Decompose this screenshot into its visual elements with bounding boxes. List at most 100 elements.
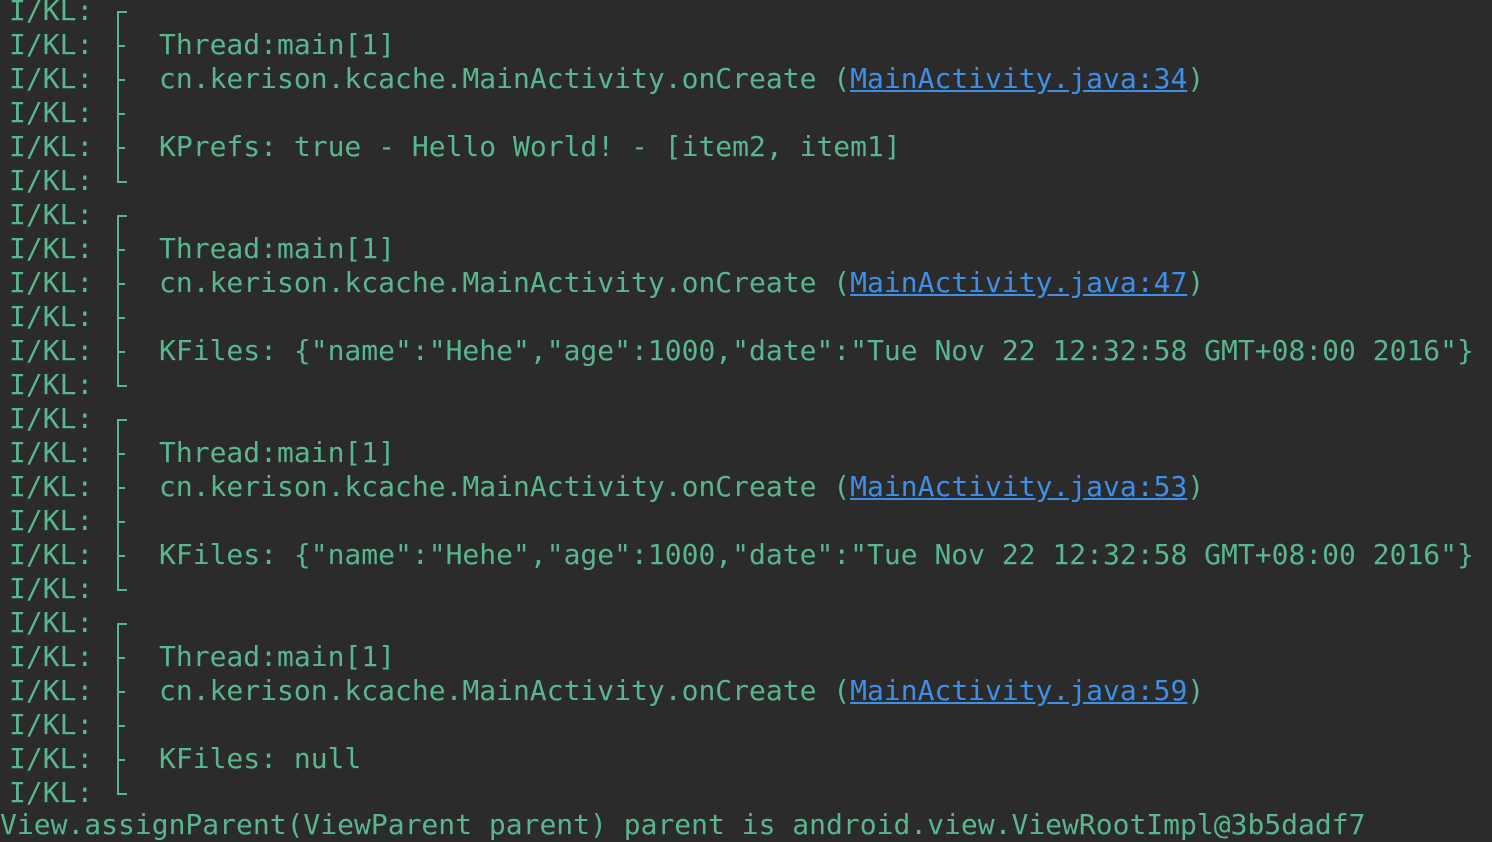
box-border-mid [117, 436, 129, 470]
paren-open: ( [816, 470, 851, 503]
thread-label: Thread:main[1] [159, 28, 396, 61]
logcat-console: I/KL: I/KL: Thread:main[1] I/KL: cn.kerison.… [9, 0, 1489, 810]
log-line: I/KL: Thread:main[1] [9, 28, 1489, 62]
box-border-bot [117, 776, 129, 810]
log-line: I/KL: [9, 164, 1489, 198]
log-line: I/KL: [9, 300, 1489, 334]
log-message: KFiles: {"name":"Hehe","age":1000,"date"… [159, 334, 1474, 367]
log-tag: I/KL: [9, 504, 94, 537]
box-border-mid [117, 674, 129, 708]
log-line: I/KL: [9, 402, 1489, 436]
box-border-mid [117, 640, 129, 674]
log-line: I/KL: [9, 198, 1489, 232]
log-line: I/KL: [9, 572, 1489, 606]
box-border-mid [117, 742, 129, 776]
box-border-mid [117, 538, 129, 572]
box-border-bot [117, 368, 129, 402]
thread-label: Thread:main[1] [159, 436, 396, 469]
log-line: I/KL: Thread:main[1] [9, 232, 1489, 266]
log-line: I/KL: Thread:main[1] [9, 640, 1489, 674]
log-tag: I/KL: [9, 232, 94, 265]
log-line: I/KL: KFiles: null [9, 742, 1489, 776]
paren-close: ) [1187, 62, 1205, 95]
box-border-bot [117, 164, 129, 198]
log-tag: I/KL: [9, 674, 94, 707]
method-trace: cn.kerison.kcache.MainActivity.onCreate … [159, 674, 1204, 708]
log-line: I/KL: [9, 606, 1489, 640]
log-tag: I/KL: [9, 368, 94, 401]
log-tag: I/KL: [9, 402, 94, 435]
source-link[interactable]: MainActivity.java:47 [850, 266, 1187, 299]
paren-close: ) [1187, 266, 1205, 299]
truncated-log-line: View.assignParent(ViewParent parent) par… [0, 808, 1366, 841]
thread-label: Thread:main[1] [159, 232, 396, 265]
box-border-mid [117, 96, 129, 130]
log-line: I/KL: [9, 708, 1489, 742]
box-border-bot [117, 572, 129, 606]
box-border-mid [117, 470, 129, 504]
log-tag: I/KL: [9, 436, 94, 469]
log-tag: I/KL: [9, 96, 94, 129]
box-border-top [117, 606, 129, 640]
method-name: cn.kerison.kcache.MainActivity.onCreate [159, 266, 817, 299]
box-border-mid [117, 130, 129, 164]
log-tag: I/KL: [9, 0, 94, 27]
paren-close: ) [1187, 674, 1205, 707]
log-tag: I/KL: [9, 130, 94, 163]
source-link[interactable]: MainActivity.java:53 [850, 470, 1187, 503]
log-tag: I/KL: [9, 776, 94, 809]
log-line: I/KL: cn.kerison.kcache.MainActivity.onCr… [9, 266, 1489, 300]
log-line: I/KL: [9, 368, 1489, 402]
paren-open: ( [816, 62, 851, 95]
log-line: I/KL: [9, 0, 1489, 28]
paren-open: ( [816, 674, 851, 707]
log-line: I/KL: cn.kerison.kcache.MainActivity.onCr… [9, 674, 1489, 708]
log-tag: I/KL: [9, 538, 94, 571]
log-tag: I/KL: [9, 708, 94, 741]
log-tag: I/KL: [9, 572, 94, 605]
box-border-mid [117, 504, 129, 538]
paren-close: ) [1187, 470, 1205, 503]
box-border-mid [117, 708, 129, 742]
log-tag: I/KL: [9, 62, 94, 95]
log-line: I/KL: cn.kerison.kcache.MainActivity.onCr… [9, 470, 1489, 504]
log-tag: I/KL: [9, 470, 94, 503]
log-line: I/KL: [9, 504, 1489, 538]
log-line: I/KL: KPrefs: true - Hello World! - [item… [9, 130, 1489, 164]
box-border-top [117, 198, 129, 232]
box-border-mid [117, 334, 129, 368]
log-line: I/KL: [9, 776, 1489, 810]
log-message: KPrefs: true - Hello World! - [item2, it… [159, 130, 901, 163]
box-border-top [117, 402, 129, 436]
log-message: KFiles: null [159, 742, 362, 775]
log-tag: I/KL: [9, 640, 94, 673]
box-border-top [117, 0, 129, 28]
log-tag: I/KL: [9, 164, 94, 197]
log-tag: I/KL: [9, 742, 94, 775]
log-line: I/KL: [9, 96, 1489, 130]
log-tag: I/KL: [9, 606, 94, 639]
log-line: I/KL: cn.kerison.kcache.MainActivity.onCr… [9, 62, 1489, 96]
log-message: KFiles: {"name":"Hehe","age":1000,"date"… [159, 538, 1474, 571]
log-tag: I/KL: [9, 300, 94, 333]
log-line: I/KL: Thread:main[1] [9, 436, 1489, 470]
box-border-mid [117, 62, 129, 96]
method-trace: cn.kerison.kcache.MainActivity.onCreate … [159, 62, 1204, 96]
method-trace: cn.kerison.kcache.MainActivity.onCreate … [159, 266, 1204, 300]
method-name: cn.kerison.kcache.MainActivity.onCreate [159, 62, 817, 95]
box-border-mid [117, 266, 129, 300]
log-tag: I/KL: [9, 334, 94, 367]
box-border-mid [117, 300, 129, 334]
method-name: cn.kerison.kcache.MainActivity.onCreate [159, 470, 817, 503]
source-link[interactable]: MainActivity.java:34 [850, 62, 1187, 95]
log-line: I/KL: KFiles: {"name":"Hehe","age":1000,"… [9, 334, 1489, 368]
log-line: I/KL: KFiles: {"name":"Hehe","age":1000,"… [9, 538, 1489, 572]
paren-open: ( [816, 266, 851, 299]
box-border-mid [117, 28, 129, 62]
source-link[interactable]: MainActivity.java:59 [850, 674, 1187, 707]
method-name: cn.kerison.kcache.MainActivity.onCreate [159, 674, 817, 707]
log-tag: I/KL: [9, 28, 94, 61]
thread-label: Thread:main[1] [159, 640, 396, 673]
box-border-mid [117, 232, 129, 266]
method-trace: cn.kerison.kcache.MainActivity.onCreate … [159, 470, 1204, 504]
